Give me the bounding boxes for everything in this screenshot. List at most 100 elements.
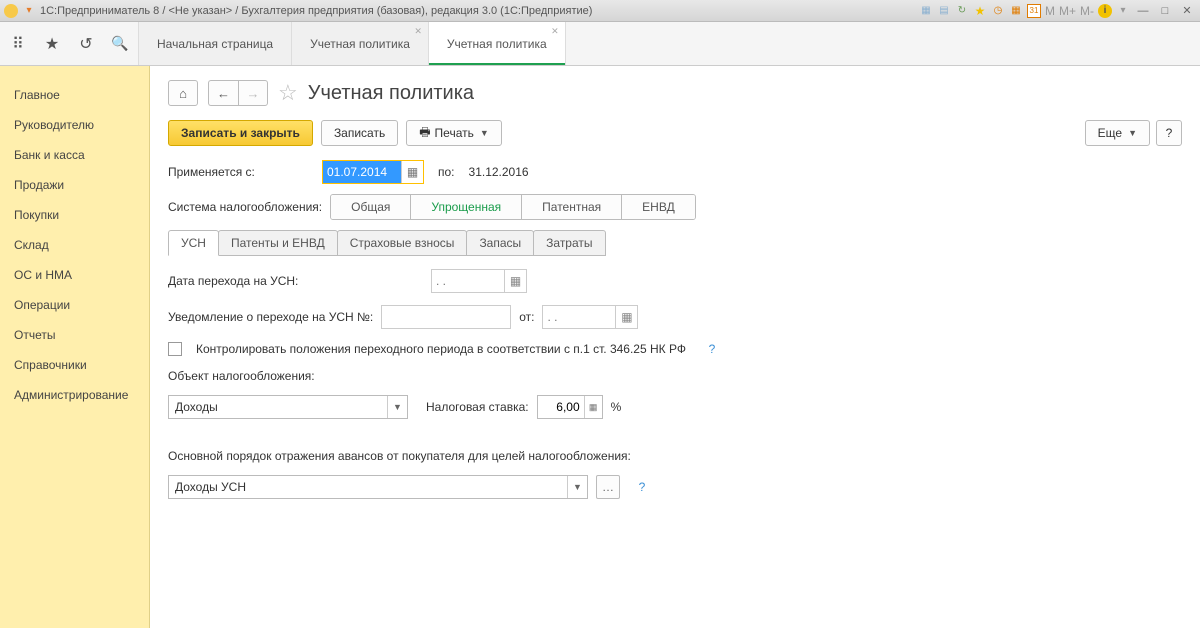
label-transition-date: Дата перехода на УСН: bbox=[168, 274, 423, 288]
m-label-2[interactable]: M+ bbox=[1059, 4, 1076, 18]
caret-down-icon[interactable]: ▾ bbox=[1116, 4, 1130, 18]
close-button[interactable]: ✕ bbox=[1178, 4, 1196, 18]
itab-usn[interactable]: УСН bbox=[168, 230, 219, 256]
dropdown-icon[interactable]: ▼ bbox=[387, 396, 407, 418]
date-from-input[interactable]: ▦ bbox=[322, 160, 424, 184]
tab-policy-2[interactable]: Учетная политика ✕ bbox=[429, 22, 566, 65]
usn-panel: Дата перехода на УСН: ▦ Уведомление о пе… bbox=[168, 255, 1182, 499]
help-button[interactable]: ? bbox=[1156, 120, 1182, 146]
back-button[interactable]: ← bbox=[208, 80, 238, 106]
label-advance-order: Основной порядок отражения авансов от по… bbox=[168, 449, 631, 463]
calendar-icon[interactable]: ▦ bbox=[504, 270, 526, 292]
favorite-star-icon[interactable]: ☆ bbox=[278, 80, 298, 106]
tab-close-icon[interactable]: ✕ bbox=[551, 26, 559, 37]
label-control-transition: Контролировать положения переходного пер… bbox=[196, 342, 686, 356]
sidebar-item-sales[interactable]: Продажи bbox=[0, 170, 149, 200]
sidebar-item-manager[interactable]: Руководителю bbox=[0, 110, 149, 140]
more-button[interactable]: Еще ▼ bbox=[1085, 120, 1150, 146]
save-button[interactable]: Записать bbox=[321, 120, 398, 146]
search-icon[interactable]: 🔍 bbox=[110, 34, 130, 54]
m-label-3[interactable]: M- bbox=[1080, 4, 1094, 18]
seg-simplified[interactable]: Упрощенная bbox=[411, 195, 522, 219]
notice-date-field[interactable] bbox=[543, 306, 615, 328]
calendar-icon[interactable]: ▦ bbox=[615, 306, 637, 328]
forward-button[interactable]: → bbox=[238, 80, 268, 106]
label-to: по: bbox=[438, 165, 455, 179]
tax-object-combo[interactable]: Доходы ▼ bbox=[168, 395, 408, 419]
control-checkbox[interactable] bbox=[168, 342, 182, 356]
date-from-field[interactable] bbox=[323, 161, 401, 183]
date-to-value: 31.12.2016 bbox=[469, 165, 529, 179]
tax-rate-unit: % bbox=[611, 400, 622, 414]
sidebar-item-operations[interactable]: Операции bbox=[0, 290, 149, 320]
tab-label: Начальная страница bbox=[157, 37, 273, 51]
more-label: Еще bbox=[1098, 126, 1122, 140]
seg-envd[interactable]: ЕНВД bbox=[622, 195, 695, 219]
print-button[interactable]: 🖶 Печать ▼ bbox=[406, 120, 502, 146]
dropdown-icon[interactable]: ▼ bbox=[567, 476, 587, 498]
window-icon-2[interactable]: ▤ bbox=[937, 4, 951, 18]
help-icon[interactable]: ? bbox=[704, 341, 720, 357]
tab-close-icon[interactable]: ✕ bbox=[414, 26, 422, 37]
seg-general[interactable]: Общая bbox=[331, 195, 411, 219]
print-icon: 🖶 bbox=[419, 123, 430, 144]
minimize-button[interactable]: — bbox=[1134, 4, 1152, 18]
advance-order-combo[interactable]: Доходы УСН ▼ bbox=[168, 475, 588, 499]
itab-patents[interactable]: Патенты и ЕНВД bbox=[218, 230, 338, 256]
calendar-icon[interactable]: ▦ bbox=[401, 161, 423, 183]
window-icon-1[interactable]: ▦ bbox=[919, 4, 933, 18]
sidebar-item-bank[interactable]: Банк и касса bbox=[0, 140, 149, 170]
tax-rate-input[interactable]: ▦ bbox=[537, 395, 603, 419]
page-title: Учетная политика bbox=[308, 82, 474, 105]
apps-icon[interactable]: ⠿ bbox=[8, 34, 28, 54]
notice-number-input[interactable] bbox=[381, 305, 511, 329]
info-icon[interactable]: i bbox=[1098, 4, 1112, 18]
sidebar: Главное Руководителю Банк и касса Продаж… bbox=[0, 66, 150, 628]
dropdown-icon[interactable]: ▾ bbox=[22, 4, 36, 18]
label-notice-num: Уведомление о переходе на УСН №: bbox=[168, 310, 373, 324]
refresh-icon[interactable]: ↻ bbox=[955, 4, 969, 18]
help-icon[interactable]: ? bbox=[634, 479, 650, 495]
label-tax-object: Объект налогообложения: bbox=[168, 369, 315, 383]
select-button[interactable]: … bbox=[596, 475, 620, 499]
itab-costs[interactable]: Затраты bbox=[533, 230, 605, 256]
save-close-button[interactable]: Записать и закрыть bbox=[168, 120, 313, 146]
transition-date-input[interactable]: ▦ bbox=[431, 269, 527, 293]
itab-stock[interactable]: Запасы bbox=[466, 230, 534, 256]
clock-icon[interactable]: ◷ bbox=[991, 4, 1005, 18]
tab-policy-1[interactable]: Учетная политика ✕ bbox=[292, 22, 429, 65]
notice-date-input[interactable]: ▦ bbox=[542, 305, 638, 329]
label-notice-from: от: bbox=[519, 310, 534, 324]
print-label: Печать bbox=[435, 126, 474, 140]
maximize-button[interactable]: □ bbox=[1156, 4, 1174, 18]
tax-system-segments: Общая Упрощенная Патентная ЕНВД bbox=[330, 194, 696, 220]
itab-insurance[interactable]: Страховые взносы bbox=[337, 230, 468, 256]
tax-object-value: Доходы bbox=[169, 400, 387, 414]
sidebar-item-references[interactable]: Справочники bbox=[0, 350, 149, 380]
home-button[interactable]: ⌂ bbox=[168, 80, 198, 106]
sidebar-item-admin[interactable]: Администрирование bbox=[0, 380, 149, 410]
favorite-icon[interactable]: ★ bbox=[973, 4, 987, 18]
advance-order-value: Доходы УСН bbox=[169, 480, 567, 494]
tab-home[interactable]: Начальная страница bbox=[139, 22, 292, 65]
sidebar-item-reports[interactable]: Отчеты bbox=[0, 320, 149, 350]
spinner-icon[interactable]: ▦ bbox=[584, 396, 602, 418]
calendar-icon[interactable]: 31 bbox=[1027, 4, 1041, 18]
sidebar-item-main[interactable]: Главное bbox=[0, 80, 149, 110]
titlebar-text: 1С:Предприниматель 8 / <Не указан> / Бух… bbox=[40, 5, 592, 17]
history-icon[interactable]: ↺ bbox=[76, 34, 96, 54]
caret-down-icon: ▼ bbox=[1128, 128, 1137, 138]
label-tax-system: Система налогообложения: bbox=[168, 200, 322, 214]
m-label-1[interactable]: M bbox=[1045, 4, 1055, 18]
inner-tabs: УСН Патенты и ЕНВД Страховые взносы Запа… bbox=[168, 230, 1182, 256]
nav-group: ← → bbox=[208, 80, 268, 106]
label-tax-rate: Налоговая ставка: bbox=[426, 400, 529, 414]
star-icon[interactable]: ★ bbox=[42, 34, 62, 54]
sidebar-item-assets[interactable]: ОС и НМА bbox=[0, 260, 149, 290]
sidebar-item-warehouse[interactable]: Склад bbox=[0, 230, 149, 260]
sidebar-item-purchases[interactable]: Покупки bbox=[0, 200, 149, 230]
transition-date-field[interactable] bbox=[432, 270, 504, 292]
tax-rate-field[interactable] bbox=[538, 400, 584, 414]
seg-patent[interactable]: Патентная bbox=[522, 195, 622, 219]
grid-icon[interactable]: ▦ bbox=[1009, 4, 1023, 18]
